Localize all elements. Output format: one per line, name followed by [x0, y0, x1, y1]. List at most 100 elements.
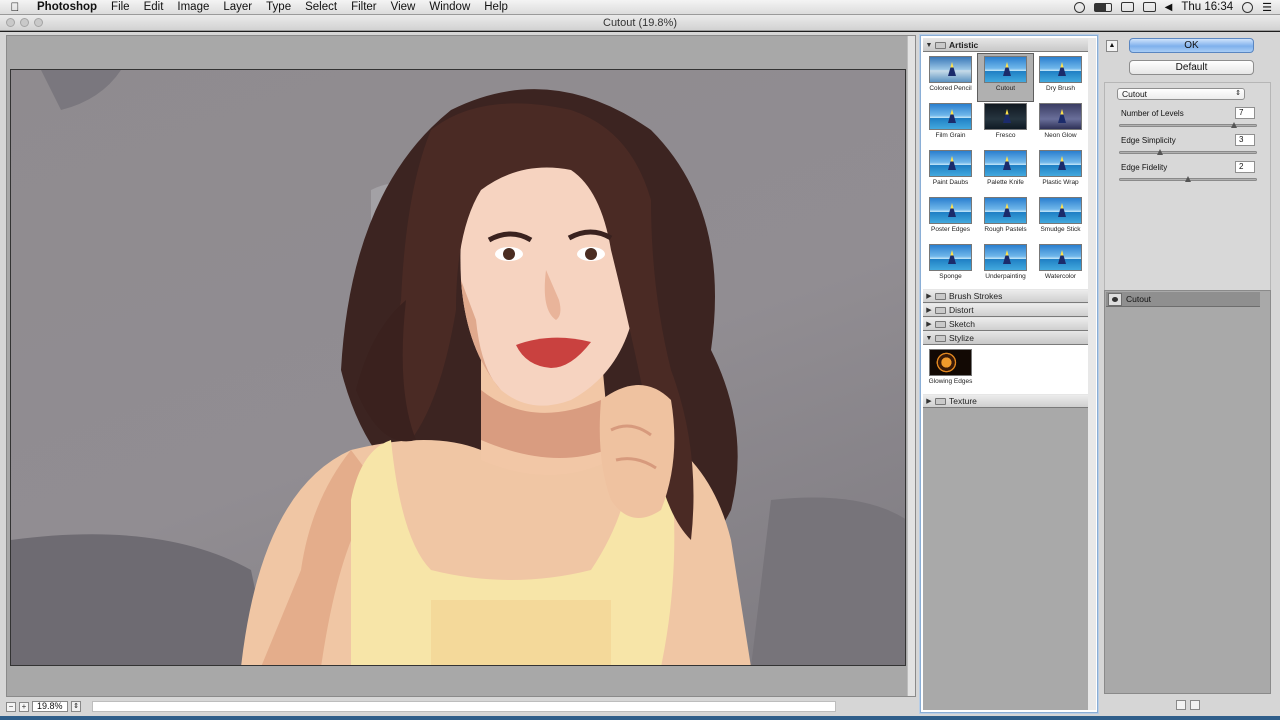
filter-label: Fresco: [995, 132, 1016, 139]
status-area: ◀ Thu 16:34 ☰: [1073, 1, 1280, 14]
slider-handle[interactable]: [1230, 122, 1237, 128]
filter-watercolor[interactable]: Watercolor: [1033, 242, 1088, 289]
number-of-levels-input[interactable]: 7: [1235, 107, 1255, 119]
minimize-button[interactable]: [20, 18, 29, 27]
collapse-gallery-button[interactable]: ▲: [1106, 40, 1118, 52]
filter-thumbnail: [1039, 150, 1082, 177]
slider-handle[interactable]: [1185, 176, 1191, 182]
preview-area[interactable]: [6, 35, 916, 697]
filter-thumbnail: [1039, 56, 1082, 83]
zoom-in-button[interactable]: +: [19, 701, 29, 712]
collapsed-triangle-icon[interactable]: ▶: [923, 306, 935, 314]
preview-horizontal-scrollbar[interactable]: [92, 701, 836, 712]
filter-select[interactable]: Cutout ⇕: [1117, 88, 1245, 100]
category-texture[interactable]: ▶ Texture: [923, 394, 1088, 408]
filter-paint-daubs[interactable]: Paint Daubs: [923, 148, 978, 195]
preview-statusbar: − + 19.8% ⇕: [6, 700, 916, 713]
filter-dry-brush[interactable]: Dry Brush: [1033, 54, 1088, 101]
filter-label: Colored Pencil: [929, 85, 972, 92]
filter-glowing-edges[interactable]: Glowing Edges: [923, 347, 978, 394]
param-label: Number of Levels: [1121, 109, 1184, 118]
zoom-level-field[interactable]: 19.8%: [32, 701, 68, 712]
param-number-of-levels: Number of Levels 7: [1117, 107, 1259, 133]
zoom-button[interactable]: [34, 18, 43, 27]
filter-thumbnail: [929, 103, 972, 130]
clock[interactable]: Thu 16:34: [1181, 1, 1233, 13]
filter-fresco[interactable]: Fresco: [978, 101, 1033, 148]
zoom-dropdown[interactable]: ⇕: [71, 701, 81, 712]
preview-vertical-scrollbar[interactable]: [907, 36, 915, 696]
filter-film-grain[interactable]: Film Grain: [923, 101, 978, 148]
filter-gallery-panel: ▼ Artistic Colored Pencil Cutout Dry Bru…: [920, 35, 1098, 713]
edge-fidelity-input[interactable]: 2: [1235, 161, 1255, 173]
dropdown-arrow-icon: ⇕: [1235, 90, 1241, 97]
default-button[interactable]: Default: [1129, 60, 1254, 75]
expanded-triangle-icon[interactable]: ▼: [923, 42, 935, 49]
menu-file[interactable]: File: [104, 0, 137, 15]
delete-effect-layer-icon[interactable]: [1190, 700, 1200, 710]
preview-image[interactable]: [10, 69, 906, 666]
menu-help[interactable]: Help: [477, 0, 515, 15]
filter-poster-edges[interactable]: Poster Edges: [923, 195, 978, 242]
edge-simplicity-input[interactable]: 3: [1235, 134, 1255, 146]
display-icon[interactable]: [1120, 2, 1134, 12]
airplay-icon[interactable]: [1142, 2, 1156, 12]
expanded-triangle-icon[interactable]: ▼: [923, 335, 935, 342]
filter-plastic-wrap[interactable]: Plastic Wrap: [1033, 148, 1088, 195]
filter-colored-pencil[interactable]: Colored Pencil: [923, 54, 978, 101]
category-artistic[interactable]: ▼ Artistic: [923, 38, 1088, 52]
effect-layer-row[interactable]: Cutout: [1106, 292, 1260, 307]
filter-label: Palette Knife: [987, 179, 1024, 186]
search-icon[interactable]: [1242, 1, 1254, 13]
category-label: Artistic: [949, 40, 979, 50]
window-titlebar: Cutout (19.8%): [0, 15, 1280, 31]
filter-underpainting[interactable]: Underpainting: [978, 242, 1033, 289]
category-stylize[interactable]: ▼ Stylize: [923, 331, 1088, 345]
menu-view[interactable]: View: [384, 0, 423, 15]
zoom-out-button[interactable]: −: [6, 701, 16, 712]
folder-icon: [935, 41, 946, 49]
slider-handle[interactable]: [1157, 149, 1164, 155]
ok-button[interactable]: OK: [1129, 38, 1254, 53]
collapsed-triangle-icon[interactable]: ▶: [923, 320, 935, 328]
menu-select[interactable]: Select: [298, 0, 344, 15]
category-brush-strokes[interactable]: ▶ Brush Strokes: [923, 289, 1088, 303]
category-sketch[interactable]: ▶ Sketch: [923, 317, 1088, 331]
filter-select-value: Cutout: [1122, 89, 1148, 99]
filter-palette-knife[interactable]: Palette Knife: [978, 148, 1033, 195]
edge-simplicity-slider[interactable]: [1119, 151, 1257, 154]
menu-type[interactable]: Type: [259, 0, 298, 15]
menu-app-name[interactable]: Photoshop: [30, 0, 104, 15]
folder-icon: [935, 334, 946, 342]
new-effect-layer-icon[interactable]: [1176, 700, 1186, 710]
keyboard-icon[interactable]: [1093, 2, 1112, 12]
volume-icon[interactable]: ◀: [1165, 2, 1173, 13]
apple-icon[interactable]: : [0, 0, 30, 14]
menu-image[interactable]: Image: [170, 0, 216, 15]
filter-neon-glow[interactable]: Neon Glow: [1033, 101, 1088, 148]
filter-gallery-window: − + 19.8% ⇕ ▼ Artistic Colored Pencil Cu…: [0, 32, 1280, 716]
menu-edit[interactable]: Edit: [137, 0, 171, 15]
filter-thumbnail: [1039, 197, 1082, 224]
eye-icon[interactable]: [1108, 292, 1122, 306]
menu-layer[interactable]: Layer: [216, 0, 259, 15]
adobe-icon[interactable]: [1073, 1, 1085, 13]
collapsed-triangle-icon[interactable]: ▶: [923, 397, 935, 405]
folder-icon: [935, 397, 946, 405]
list-icon[interactable]: ☰: [1262, 1, 1272, 14]
filter-rough-pastels[interactable]: Rough Pastels: [978, 195, 1033, 242]
filter-cutout[interactable]: Cutout: [977, 53, 1034, 102]
filter-smudge-stick[interactable]: Smudge Stick: [1033, 195, 1088, 242]
window-title: Cutout (19.8%): [603, 17, 677, 29]
filter-sponge[interactable]: Sponge: [923, 242, 978, 289]
gallery-scrollbar[interactable]: [1088, 38, 1096, 710]
menu-filter[interactable]: Filter: [344, 0, 384, 15]
folder-icon: [935, 306, 946, 314]
close-button[interactable]: [6, 18, 15, 27]
dock-edge: [0, 716, 1280, 720]
filter-label: Rough Pastels: [984, 226, 1027, 233]
collapsed-triangle-icon[interactable]: ▶: [923, 292, 935, 300]
category-distort[interactable]: ▶ Distort: [923, 303, 1088, 317]
param-edge-fidelity: Edge Fidelity 2: [1117, 161, 1259, 187]
menu-window[interactable]: Window: [422, 0, 477, 15]
